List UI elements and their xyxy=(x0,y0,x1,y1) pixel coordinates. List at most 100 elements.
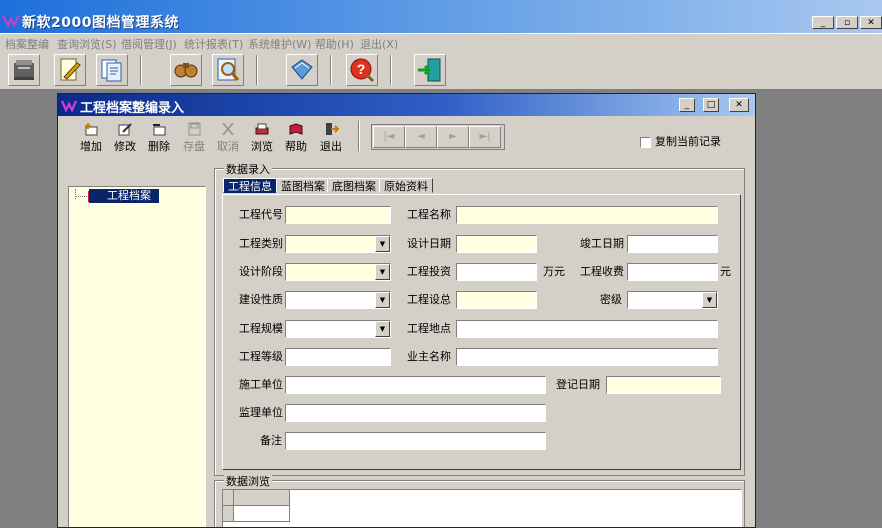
fee-label: 工程收费 xyxy=(580,265,624,278)
toolbar-separator xyxy=(330,55,332,85)
designer-field[interactable] xyxy=(456,291,537,309)
menu-exit[interactable]: 退出(X) xyxy=(360,36,398,52)
exit-door-icon xyxy=(418,58,441,82)
window-logo-icon xyxy=(61,100,77,112)
exit-window-button[interactable]: 退出 xyxy=(314,121,348,155)
design-date-field[interactable] xyxy=(456,235,537,253)
grid-cell[interactable] xyxy=(234,506,290,522)
window-title-bar: 工程档案整编录入 _ □ ✕ xyxy=(58,94,755,116)
project-name-label: 工程名称 xyxy=(407,208,451,221)
save-button[interactable]: 存盘 xyxy=(177,121,211,155)
grade-field[interactable] xyxy=(285,348,391,366)
secret-level-label: 密级 xyxy=(600,293,622,306)
menu-borrow[interactable]: 借阅管理(J) xyxy=(121,36,177,52)
grid-header[interactable] xyxy=(234,490,290,506)
menu-bar: 档案整编 查询浏览(S) 借阅管理(J) 统计报表(T) 系统维护(W) 帮助(… xyxy=(0,33,882,51)
menu-archive[interactable]: 档案整编 xyxy=(5,36,49,52)
chevron-down-icon[interactable]: ▼ xyxy=(375,321,390,337)
chevron-down-icon[interactable]: ▼ xyxy=(375,292,390,308)
add-icon xyxy=(85,123,98,136)
register-date-field[interactable] xyxy=(606,376,721,394)
edit-button[interactable]: 修改 xyxy=(108,121,142,155)
location-field[interactable] xyxy=(456,320,718,338)
edit-document-icon xyxy=(60,58,81,81)
copy-current-label: 复制当前记录 xyxy=(655,135,721,148)
exit-door-button[interactable] xyxy=(414,54,446,86)
menu-statistics[interactable]: 统计报表(T) xyxy=(184,36,243,52)
window-minimize-button[interactable]: _ xyxy=(679,98,695,112)
tab-raw-materials[interactable]: 原始资料 xyxy=(379,178,433,193)
construction-nature-select[interactable]: ▼ xyxy=(285,291,391,309)
investment-unit: 万元 xyxy=(543,265,565,278)
contractor-label: 施工单位 xyxy=(239,378,283,391)
fee-field[interactable] xyxy=(627,263,718,281)
tab-base-drawing[interactable]: 底图档案 xyxy=(327,178,381,193)
design-stage-label: 设计阶段 xyxy=(239,265,283,278)
project-type-label: 工程类别 xyxy=(239,237,283,250)
exit-label: 退出 xyxy=(320,140,342,153)
project-type-select[interactable]: ▼ xyxy=(285,235,391,253)
first-record-button[interactable]: |◄ xyxy=(373,126,405,148)
scale-select[interactable]: ▼ xyxy=(285,320,391,338)
supervisor-label: 监理单位 xyxy=(239,406,283,419)
archive-box-button[interactable] xyxy=(8,54,40,86)
location-label: 工程地点 xyxy=(407,322,451,335)
prev-record-button[interactable]: ◄ xyxy=(405,126,437,148)
menu-help[interactable]: 帮助(H) xyxy=(315,36,354,52)
grid-row-indicator[interactable] xyxy=(223,506,234,522)
copy-current-checkbox[interactable] xyxy=(640,137,651,148)
help-label: 帮助 xyxy=(285,140,307,153)
project-code-field[interactable] xyxy=(285,206,391,224)
tree-item-project-archive[interactable]: 工程档案 xyxy=(89,189,159,203)
contractor-field[interactable] xyxy=(285,376,546,394)
tab-blueprint[interactable]: 蓝图档案 xyxy=(276,178,330,193)
add-label: 增加 xyxy=(80,140,102,153)
window-maximize-button[interactable]: □ xyxy=(703,98,719,112)
close-button[interactable]: ✕ xyxy=(860,16,882,29)
window-close-button[interactable]: ✕ xyxy=(729,98,749,112)
exit-icon xyxy=(326,123,339,135)
browse-button[interactable]: 浏览 xyxy=(245,121,279,155)
toolbar-separator xyxy=(390,55,392,85)
data-browse-grid[interactable] xyxy=(222,489,742,527)
next-record-button[interactable]: ► xyxy=(437,126,469,148)
main-toolbar: ? xyxy=(0,51,882,90)
data-entry-label: 数据录入 xyxy=(224,161,272,177)
help-button[interactable]: ? xyxy=(346,54,378,86)
edit-document-button[interactable] xyxy=(54,54,86,86)
cancel-button[interactable]: 取消 xyxy=(211,121,245,155)
menu-query[interactable]: 查询浏览(S) xyxy=(57,36,117,52)
minimize-button[interactable]: _ xyxy=(812,16,834,29)
secret-level-select[interactable]: ▼ xyxy=(627,291,718,309)
add-button[interactable]: 增加 xyxy=(74,121,108,155)
completion-date-field[interactable] xyxy=(627,235,718,253)
delete-button[interactable]: 删除 xyxy=(142,121,176,155)
magnifier-page-button[interactable] xyxy=(212,54,244,86)
chevron-down-icon[interactable]: ▼ xyxy=(702,292,717,308)
project-name-field[interactable] xyxy=(456,206,718,224)
owner-field[interactable] xyxy=(456,348,718,366)
archive-entry-window: 工程档案整编录入 _ □ ✕ 增加 修改 删除 存盘 取消 浏览 帮助 退出 |… xyxy=(57,93,756,528)
chevron-down-icon[interactable]: ▼ xyxy=(375,236,390,252)
archive-tree[interactable]: 工程档案 xyxy=(68,186,206,527)
last-record-button[interactable]: ►| xyxy=(469,126,501,148)
menu-system[interactable]: 系统维护(W) xyxy=(248,36,311,52)
delete-label: 删除 xyxy=(148,140,170,153)
investment-field[interactable] xyxy=(456,263,537,281)
folder-book-icon xyxy=(291,59,313,80)
app-logo-icon xyxy=(2,15,20,27)
folder-book-button[interactable] xyxy=(286,54,318,86)
chevron-down-icon[interactable]: ▼ xyxy=(375,264,390,280)
help-book-icon xyxy=(289,123,303,135)
remark-label: 备注 xyxy=(260,434,282,447)
help-window-button[interactable]: 帮助 xyxy=(279,121,313,155)
search-binoculars-button[interactable] xyxy=(170,54,202,86)
project-code-label: 工程代号 xyxy=(239,208,283,221)
design-stage-select[interactable]: ▼ xyxy=(285,263,391,281)
documents-button[interactable] xyxy=(96,54,128,86)
restore-button[interactable]: ▫ xyxy=(836,16,858,29)
tab-project-info[interactable]: 工程信息 xyxy=(223,178,277,193)
remark-field[interactable] xyxy=(285,432,546,450)
supervisor-field[interactable] xyxy=(285,404,546,422)
save-label: 存盘 xyxy=(183,140,205,153)
